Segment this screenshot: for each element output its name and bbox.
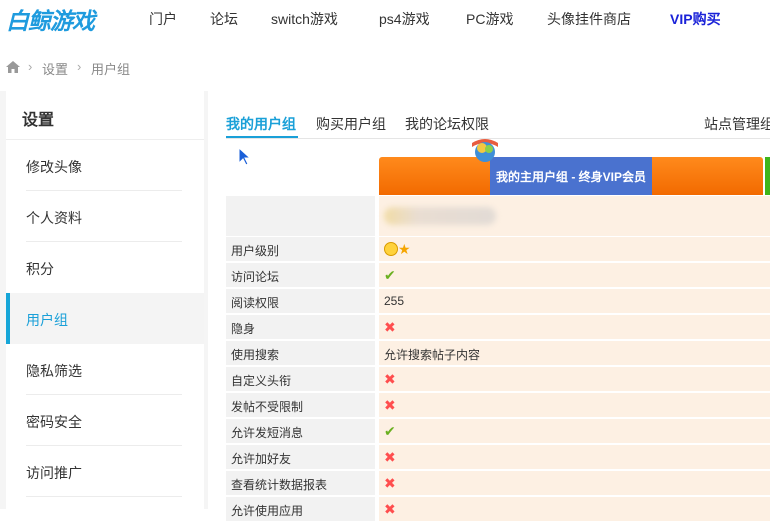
- site-management-link[interactable]: 站点管理组: [704, 114, 770, 134]
- permission-label: 使用搜索: [226, 341, 375, 365]
- cross-icon: ✖: [384, 371, 396, 387]
- breadcrumb-settings[interactable]: 设置: [42, 59, 68, 78]
- permission-label: 用户级别: [226, 237, 375, 261]
- tab-my-usergroup[interactable]: 我的用户组: [226, 114, 296, 134]
- permission-label: 查看统计数据报表: [226, 471, 375, 495]
- permission-value: 允许搜索帖子内容: [379, 341, 770, 365]
- nav-pc-games[interactable]: PC游戏: [466, 9, 513, 29]
- sidebar-item-usergroup[interactable]: 用户组: [6, 293, 204, 344]
- nav-portal[interactable]: 门户: [149, 9, 177, 29]
- tab-forum-permissions[interactable]: 我的论坛权限: [405, 114, 489, 134]
- sidebar-item-label: 密码安全: [26, 414, 82, 430]
- table-row: 允许发短消息 ✔: [226, 419, 770, 443]
- check-icon: ✔: [384, 267, 396, 283]
- sidebar-item-label: 用户组: [26, 312, 68, 328]
- sidebar-item-password[interactable]: 密码安全: [6, 395, 204, 446]
- cross-icon: ✖: [384, 501, 396, 517]
- breadcrumb-separator: ›: [28, 59, 33, 74]
- permission-value: ✔: [379, 419, 770, 443]
- smile-icon: [384, 242, 398, 256]
- sidebar-item-label: 积分: [26, 261, 54, 277]
- nav-forum[interactable]: 论坛: [210, 9, 238, 29]
- active-indicator: [6, 293, 10, 344]
- permission-value: ✖: [379, 367, 770, 391]
- check-icon: ✔: [384, 423, 396, 439]
- permission-label: 发帖不受限制: [226, 393, 375, 417]
- permission-label: 阅读权限: [226, 289, 375, 313]
- nav-vip-purchase[interactable]: VIP购买: [670, 9, 721, 29]
- cross-icon: ✖: [384, 475, 396, 491]
- table-row: 自定义头衔 ✖: [226, 367, 770, 391]
- cross-icon: ✖: [384, 397, 396, 413]
- divider: [26, 496, 182, 497]
- nav-switch-games[interactable]: switch游戏: [271, 9, 338, 29]
- permission-value: ★: [379, 237, 770, 261]
- star-icon: ★: [398, 241, 411, 257]
- permission-value: ✖: [379, 471, 770, 495]
- sidebar-item-label: 个人资料: [26, 210, 82, 226]
- permission-value: ✖: [379, 497, 770, 521]
- sidebar-item-profile[interactable]: 个人资料: [6, 191, 204, 242]
- permission-label: 允许加好友: [226, 445, 375, 469]
- permission-value: ✖: [379, 445, 770, 469]
- group-badge-icon: [472, 139, 498, 162]
- blurred-group-info: [384, 207, 496, 225]
- table-row: 发帖不受限制 ✖: [226, 393, 770, 417]
- sidebar-item-avatar[interactable]: 修改头像: [6, 140, 204, 191]
- nav-ps4-games[interactable]: ps4游戏: [379, 9, 430, 29]
- table-row: 允许加好友 ✖: [226, 445, 770, 469]
- next-group-header: [765, 157, 770, 195]
- sidebar-item-privacy[interactable]: 隐私筛选: [6, 344, 204, 395]
- table-row: 访问论坛 ✔: [226, 263, 770, 287]
- permission-label: 允许使用应用: [226, 497, 375, 521]
- group-header: 我的主用户组 - 终身VIP会员: [379, 157, 763, 195]
- mouse-cursor-icon: [238, 147, 252, 166]
- permission-value: 255: [379, 289, 770, 313]
- table-row: 查看统计数据报表 ✖: [226, 471, 770, 495]
- tab-buy-usergroup[interactable]: 购买用户组: [316, 114, 386, 134]
- breadcrumb-separator: ›: [77, 59, 82, 74]
- site-logo[interactable]: 白鲸游戏: [6, 2, 95, 36]
- permission-label: 自定义头衔: [226, 367, 375, 391]
- sidebar-item-label: 隐私筛选: [26, 363, 82, 379]
- breadcrumb-usergroup[interactable]: 用户组: [91, 59, 130, 78]
- sidebar-title: 设置: [22, 112, 55, 129]
- cross-icon: ✖: [384, 449, 396, 465]
- permission-value: ✔: [379, 263, 770, 287]
- main-panel: 我的用户组 购买用户组 我的论坛权限 站点管理组 我的主用户组 - 终身VIP会…: [208, 91, 770, 521]
- permission-label: 允许发短消息: [226, 419, 375, 443]
- group-info-label-cell: [226, 196, 375, 236]
- top-navbar: 白鲸游戏 门户 论坛 switch游戏 ps4游戏 PC游戏 头像挂件商店 VI…: [0, 0, 770, 36]
- settings-sidebar: 设置 修改头像 个人资料 积分 用户组 隐私筛选 密码安全 访问推广: [6, 91, 204, 509]
- table-row: 使用搜索 允许搜索帖子内容: [226, 341, 770, 365]
- table-row: 允许使用应用 ✖: [226, 497, 770, 521]
- nav-avatar-shop[interactable]: 头像挂件商店: [547, 9, 631, 29]
- sidebar-item-referral[interactable]: 访问推广: [6, 446, 204, 497]
- table-row: 隐身 ✖: [226, 315, 770, 339]
- breadcrumb: › 设置 › 用户组: [0, 52, 770, 82]
- sidebar-item-label: 修改头像: [26, 159, 82, 175]
- permission-value: ✖: [379, 315, 770, 339]
- sidebar-item-label: 访问推广: [26, 465, 82, 481]
- table-row: 用户级别 ★: [226, 237, 770, 261]
- permission-label: 访问论坛: [226, 263, 375, 287]
- group-header-highlight: 我的主用户组 - 终身VIP会员: [490, 157, 652, 195]
- home-icon[interactable]: [6, 61, 20, 73]
- sidebar-item-points[interactable]: 积分: [6, 242, 204, 293]
- table-row: 阅读权限 255: [226, 289, 770, 313]
- permission-value: ✖: [379, 393, 770, 417]
- group-header-title: 我的主用户组 - 终身VIP会员: [495, 170, 646, 184]
- permission-label: 隐身: [226, 315, 375, 339]
- cross-icon: ✖: [384, 319, 396, 335]
